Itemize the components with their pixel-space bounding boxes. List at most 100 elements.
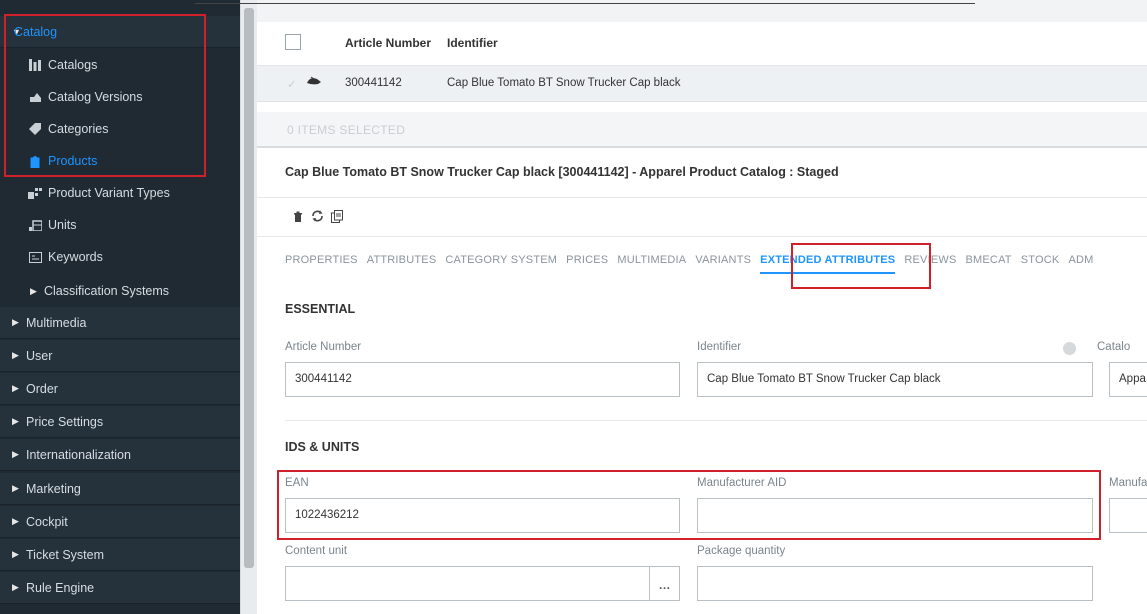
sidebar-item-catalog-versions[interactable]: Catalog Versions [0,81,240,113]
label-package-quantity: Package quantity [697,545,786,557]
caret-down-icon: ▼ [12,26,21,37]
sidebar-group-ticket-system[interactable]: ▶ Ticket System [0,539,240,571]
sidebar-item-keywords[interactable]: Keywords [0,241,240,273]
caret-right-icon: ▶ [12,582,19,592]
sidebar-group-cockpit[interactable]: ▶ Cockpit [0,506,240,538]
editor-tabs: PROPERTIES ATTRIBUTES CATEGORY SYSTEM PR… [285,254,1102,274]
catalog-version-field[interactable]: Appa [1109,362,1147,397]
sidebar-item-label: Units [48,218,77,232]
column-header-article-number[interactable]: Article Number [345,36,431,50]
sidebar-item-categories[interactable]: Categories [0,113,240,145]
units-icon [26,219,44,231]
sidebar-group-label: Catalog [14,24,58,39]
tab-extended-attributes[interactable]: EXTENDED ATTRIBUTES [760,254,896,274]
caret-right-icon: ▶ [12,449,19,459]
sidebar-item-catalogs[interactable]: Catalogs [0,49,240,81]
sidebar-group-catalog[interactable]: ▼ Catalog [0,16,240,48]
table-row[interactable]: ✓ 300441142 Cap Blue Tomato BT Snow Truc… [257,66,1147,102]
selection-status-bar: 0 ITEMS SELECTED [257,112,1147,148]
content-unit-browse-button[interactable]: … [649,567,679,600]
divider [257,236,1147,237]
caret-right-icon: ▶ [12,516,19,526]
keywords-icon [26,251,44,263]
column-header-identifier[interactable]: Identifier [447,36,498,50]
check-icon[interactable]: ✓ [287,77,297,91]
select-all-checkbox[interactable] [285,34,301,50]
cell-article-number: 300441142 [345,77,402,89]
sidebar-item-classification-systems[interactable]: ▶ Classification Systems [0,275,240,307]
sidebar-item-label: Product Variant Types [48,186,170,200]
divider [285,420,1147,421]
sidebar-group-multimedia[interactable]: ▶ Multimedia [0,307,240,339]
tab-administration[interactable]: ADM [1068,254,1093,274]
editor-title: Cap Blue Tomato BT Snow Trucker Cap blac… [285,165,839,179]
tab-properties[interactable]: PROPERTIES [285,254,358,274]
sidebar-group-label: Multimedia [26,315,87,330]
content-unit-field[interactable]: … [285,566,680,601]
catalogs-icon [26,59,44,71]
refresh-icon[interactable] [309,208,325,224]
sidebar-group-label: Cockpit [26,514,68,529]
sidebar-item-label: Products [48,154,98,168]
tab-reviews[interactable]: REVIEWS [904,254,956,274]
tab-stock[interactable]: STOCK [1021,254,1060,274]
sidebar-group-order[interactable]: ▶ Order [0,373,240,405]
label-manufacturer-aid: Manufacturer AID [697,477,787,489]
sidebar-item-label: Catalog Versions [48,90,143,104]
sidebar-group-label: Internationalization [26,447,131,462]
manufacturer-aid-field[interactable] [697,498,1093,533]
label-article-number: Article Number [285,341,362,353]
scrollbar-thumb[interactable] [244,8,254,568]
section-title-essential: ESSENTIAL [285,302,356,316]
caret-right-icon: ▶ [12,416,19,426]
clone-icon[interactable] [329,208,345,224]
sidebar-item-label: Classification Systems [44,284,170,298]
grid-header: Article Number Identifier [257,22,1147,66]
sidebar-group-user[interactable]: ▶ User [0,340,240,372]
sidebar-group-label: Price Settings [26,414,104,429]
package-quantity-field[interactable] [697,566,1093,601]
identifier-field[interactable]: Cap Blue Tomato BT Snow Trucker Cap blac… [697,362,1093,397]
delete-icon[interactable] [290,208,306,224]
sidebar-item-products[interactable]: Products [0,145,240,177]
sidebar-item-units[interactable]: Units [0,209,240,241]
tab-category-system[interactable]: CATEGORY SYSTEM [445,254,557,274]
sidebar-group-label: Ticket System [26,547,105,562]
sidebar-scrollbar[interactable] [240,0,257,614]
top-divider [195,3,975,4]
caret-right-icon: ▶ [12,383,19,393]
label-catalog: Catalo [1097,341,1131,353]
editor-splitter[interactable] [257,146,1147,148]
sidebar-item-label: Categories [48,122,109,136]
tag-icon [26,123,44,135]
localization-icon[interactable] [1063,342,1076,355]
tab-bmecat[interactable]: BMECAT [966,254,1012,274]
label-ean: EAN [285,477,309,489]
sidebar-group-rule-engine[interactable]: ▶ Rule Engine [0,572,240,604]
manufacturer-field[interactable] [1109,498,1147,533]
caret-right-icon: ▶ [12,350,19,360]
article-number-field[interactable]: 300441142 [285,362,680,397]
sidebar-item-product-variant-types[interactable]: Product Variant Types [0,177,240,209]
sidebar-group-marketing[interactable]: ▶ Marketing [0,473,240,505]
sidebar-group-label: User [26,348,53,363]
ean-field[interactable]: 1022436212 [285,498,680,533]
label-manufacturer: Manufa [1109,477,1147,489]
sidebar-group-internationalization[interactable]: ▶ Internationalization [0,439,240,471]
tab-variants[interactable]: VARIANTS [695,254,751,274]
tab-multimedia[interactable]: MULTIMEDIA [617,254,686,274]
catalog-versions-icon [26,91,44,103]
caret-right-icon: ▶ [12,317,19,327]
product-thumbnail-icon [306,75,322,90]
cell-identifier: Cap Blue Tomato BT Snow Trucker Cap blac… [447,77,681,89]
sidebar-item-label: Catalogs [48,58,98,72]
sidebar-item-label: Keywords [48,250,103,264]
sidebar-group-price-settings[interactable]: ▶ Price Settings [0,406,240,438]
product-icon [26,155,44,168]
tab-prices[interactable]: PRICES [566,254,608,274]
label-identifier: Identifier [697,341,742,353]
items-selected-label: 0 ITEMS SELECTED [287,123,406,137]
caret-right-icon: ▶ [30,285,37,296]
sidebar-group-label: Marketing [26,481,81,496]
tab-attributes[interactable]: ATTRIBUTES [367,254,437,274]
